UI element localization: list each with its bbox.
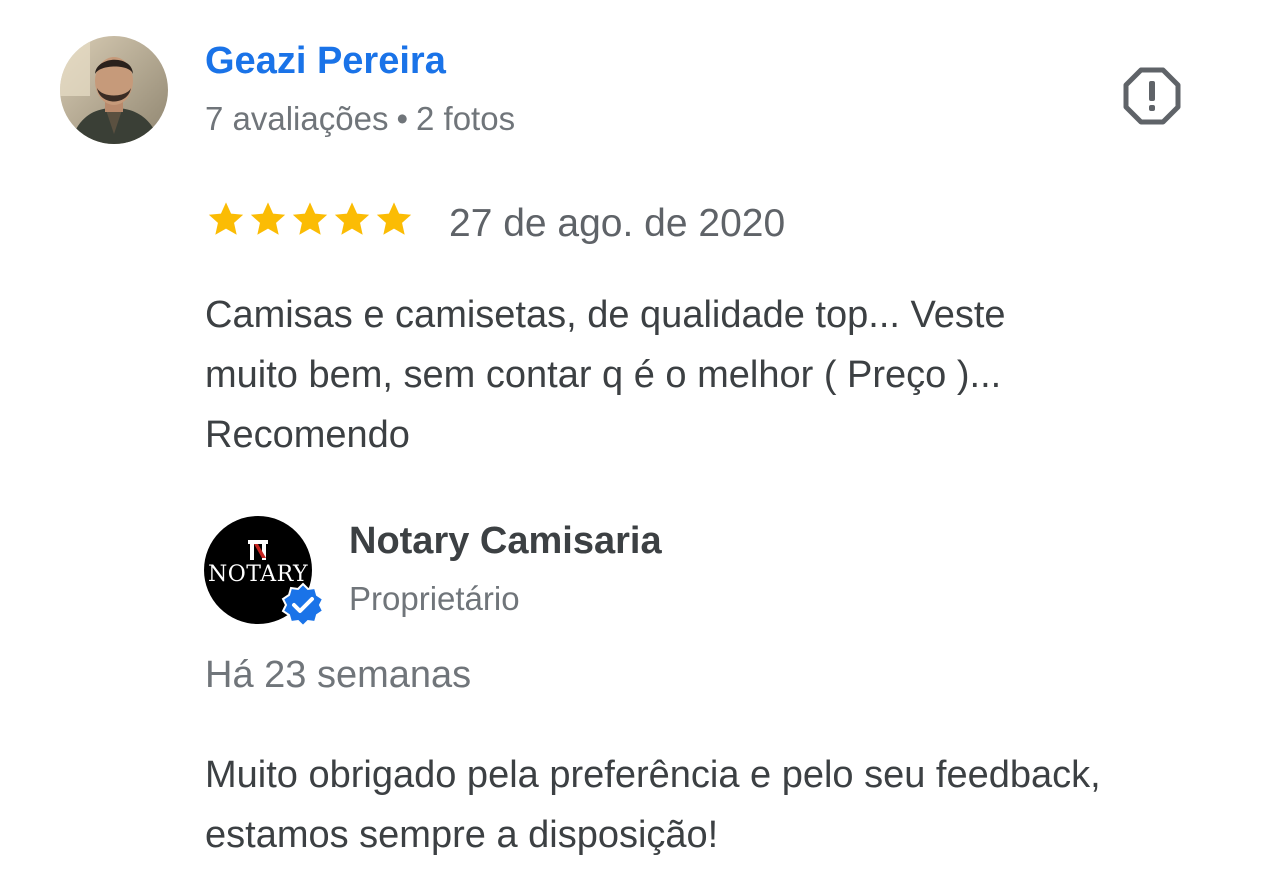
reply-text: Muito obrigado pela preferência e pelo s…: [205, 745, 1265, 865]
star-icon: [334, 202, 370, 235]
reply-text-line: Muito obrigado pela preferência e pelo s…: [205, 754, 1101, 796]
photos-count: 2 fotos: [416, 100, 516, 137]
reviewer-photo: [60, 36, 168, 144]
star-icon: [292, 202, 328, 235]
owner-avatar[interactable]: NOTARY: [204, 516, 325, 628]
reply-text-line: estamos sempre a disposição!: [205, 814, 719, 856]
review-text-line: muito bem, sem contar q é o melhor ( Pre…: [205, 354, 1002, 396]
reviewer-name[interactable]: Geazi Pereira: [205, 40, 446, 83]
reply-time: Há 23 semanas: [205, 654, 472, 696]
star-icon: [376, 202, 412, 235]
review-text-line: Camisas e camisetas, de qualidade top...…: [205, 294, 1006, 336]
reviews-count: 7 avaliações: [205, 100, 389, 137]
review-text: Camisas e camisetas, de qualidade top...…: [205, 285, 1225, 465]
owner-role: Proprietário: [349, 580, 520, 617]
meta-separator: •: [396, 100, 409, 137]
owner-name: Notary Camisaria: [349, 520, 662, 562]
verified-badge-icon: [281, 582, 325, 628]
star-icon: [208, 202, 244, 235]
notary-logo-mark-icon: [248, 540, 268, 560]
review-date: 27 de ago. de 2020: [449, 202, 786, 245]
star-icon: [250, 202, 286, 235]
star-rating: [205, 198, 415, 244]
reviewer-avatar[interactable]: [60, 36, 168, 144]
review-text-line: Recomendo: [205, 414, 410, 456]
reviewer-stats: 7 avaliações • 2 fotos: [205, 100, 515, 138]
review-card: Geazi Pereira 7 avaliações • 2 fotos 27 de…: [0, 0, 1284, 882]
report-flag-icon[interactable]: [1122, 66, 1182, 126]
